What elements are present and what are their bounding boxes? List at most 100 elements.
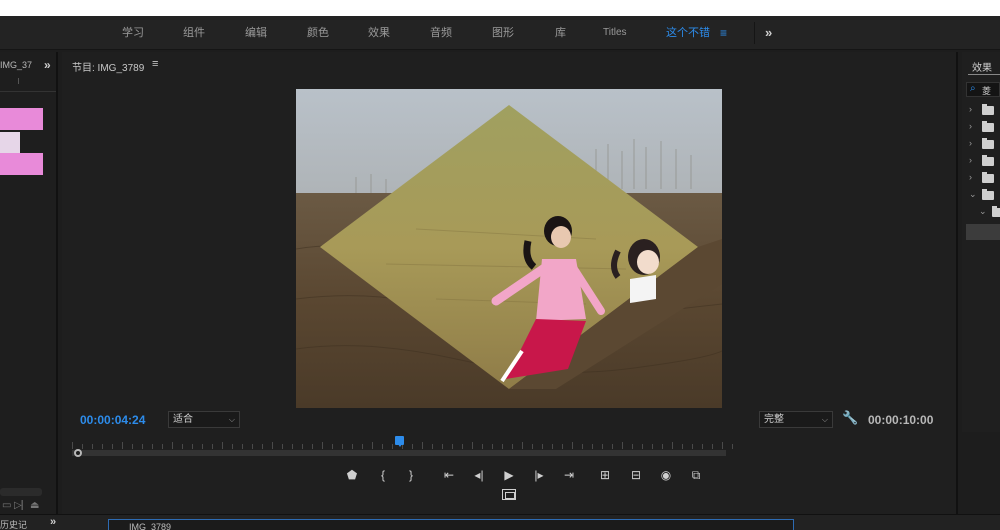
- ruler-tick: [702, 444, 703, 449]
- extract-button[interactable]: ⊟: [625, 464, 647, 486]
- ruler-tick: [352, 444, 353, 449]
- go-to-in-button[interactable]: ⇤: [438, 464, 460, 486]
- left-panel-overflow-icon[interactable]: »: [44, 58, 51, 72]
- bottom-overflow-icon[interactable]: »: [50, 516, 56, 528]
- folder-icon: [982, 155, 994, 166]
- workspace-tab-editing[interactable]: 编辑: [245, 16, 267, 50]
- current-timecode[interactable]: 00:00:04:24: [80, 413, 145, 427]
- effects-folder-row[interactable]: ›: [962, 119, 1000, 135]
- effects-panel: 效果 ⌕ 菱 › › › › › ⌄ ⌄: [962, 52, 1000, 432]
- ruler-tick: [382, 444, 383, 449]
- go-to-out-button[interactable]: ⇥: [558, 464, 580, 486]
- ruler-tick: [612, 444, 613, 449]
- ruler-tick: [252, 444, 253, 449]
- effects-folder-row[interactable]: ›: [962, 153, 1000, 169]
- folder-icon: [992, 206, 1000, 217]
- ruler-tick: [552, 444, 553, 449]
- ruler-tick: [272, 442, 273, 449]
- ruler-tick: [18, 78, 19, 84]
- step-back-icon: ◂|: [474, 468, 484, 482]
- folder-icon: [982, 172, 994, 183]
- chevron-right-icon: ›: [969, 104, 972, 114]
- zoom-level-select[interactable]: 适合 ⌵: [168, 411, 240, 428]
- ruler-tick: [162, 444, 163, 449]
- comparison-view-button[interactable]: ⧉: [685, 464, 707, 486]
- ruler-tick: [532, 444, 533, 449]
- workspace-tab-custom[interactable]: 这个不错: [666, 16, 710, 50]
- ruler-tick: [322, 442, 323, 449]
- workspace-tab-titles[interactable]: Titles: [603, 16, 627, 50]
- workspace-menu-icon[interactable]: ≡: [720, 16, 727, 50]
- workspace-overflow-icon[interactable]: »: [765, 16, 772, 50]
- effects-folder-row[interactable]: ›: [962, 136, 1000, 152]
- effects-folder-row-expanded[interactable]: ⌄: [962, 187, 1000, 203]
- effects-search-value: 菱: [982, 86, 992, 96]
- effects-folder-row[interactable]: ›: [962, 170, 1000, 186]
- sequence-tab-label: IMG_3789: [129, 522, 172, 530]
- step-back-button[interactable]: ◂|: [468, 464, 490, 486]
- timeline-sequence-tab[interactable]: IMG_3789: [108, 519, 794, 530]
- effects-tab[interactable]: 效果: [972, 59, 992, 74]
- ruler-tick: [662, 444, 663, 449]
- chevron-right-icon: ›: [969, 138, 972, 148]
- preset-folder-icon: [982, 121, 994, 132]
- zoom-scrollbar[interactable]: [72, 450, 726, 456]
- ruler-tick: [682, 444, 683, 449]
- ruler-tick: [572, 442, 573, 449]
- play-button[interactable]: ▶: [498, 464, 520, 486]
- workspace-tab-assembly[interactable]: 组件: [183, 16, 205, 50]
- workspace-tab-effects[interactable]: 效果: [368, 16, 390, 50]
- workspace-tab-graphics[interactable]: 图形: [492, 16, 514, 50]
- timeline-clip[interactable]: [0, 153, 43, 175]
- timeline-clip[interactable]: [0, 108, 43, 130]
- program-monitor-header: 节目: IMG_3789 ≡: [62, 52, 956, 78]
- effects-item-selected[interactable]: [966, 224, 1000, 240]
- ruler-tick: [82, 444, 83, 449]
- workspace-divider: [754, 22, 755, 44]
- program-monitor-menu-icon[interactable]: ≡: [152, 58, 158, 70]
- ruler-tick: [372, 442, 373, 449]
- left-panel-title[interactable]: IMG_37: [0, 60, 32, 70]
- timeline-clip-selected[interactable]: [0, 132, 20, 154]
- workspace-tab-color[interactable]: 颜色: [307, 16, 329, 50]
- left-panel: IMG_37 » ▭ ▷⎸ ⏏: [0, 52, 58, 514]
- mark-in-button[interactable]: {: [372, 464, 394, 486]
- settings-wrench-icon[interactable]: 🔧: [842, 410, 858, 426]
- step-forward-button[interactable]: |▸: [528, 464, 550, 486]
- lift-button[interactable]: ⊞: [594, 464, 616, 486]
- workspace-tab-libraries[interactable]: 库: [555, 16, 566, 50]
- ruler-tick: [232, 444, 233, 449]
- compare-icon: ⧉: [691, 468, 701, 482]
- extract-icon: ⊟: [630, 468, 642, 482]
- workspace-tab-audio[interactable]: 音频: [430, 16, 452, 50]
- program-monitor-title[interactable]: 节目: IMG_3789: [72, 59, 144, 74]
- safe-margins-button[interactable]: [502, 489, 516, 500]
- ruler-tick: [412, 444, 413, 449]
- insert-icon[interactable]: ▭: [2, 500, 11, 511]
- effects-subfolder-row[interactable]: ⌄: [972, 204, 1000, 220]
- history-tab[interactable]: 历史记: [0, 518, 27, 530]
- export-frame-button[interactable]: ◉: [655, 464, 677, 486]
- program-video-frame[interactable]: [296, 89, 722, 408]
- effects-search-input[interactable]: ⌕ 菱: [966, 82, 1000, 97]
- zoom-scrollbar-handle[interactable]: [74, 449, 82, 457]
- add-marker-button[interactable]: ⬟: [341, 464, 363, 486]
- ruler-tick: [562, 444, 563, 449]
- ruler-tick: [142, 444, 143, 449]
- ruler-tick: [362, 444, 363, 449]
- left-panel-scrollbar[interactable]: [0, 488, 42, 496]
- workspace-tab-learn[interactable]: 学习: [122, 16, 144, 50]
- playhead-handle[interactable]: [395, 436, 404, 447]
- playback-resolution-select[interactable]: 完整 ⌵: [759, 411, 833, 428]
- go-to-out-icon: ⇥: [563, 468, 575, 482]
- export-icon[interactable]: ⏏: [30, 500, 39, 511]
- ruler-tick: [112, 444, 113, 449]
- effects-tab-indicator: [968, 74, 1000, 75]
- ruler-tick: [642, 444, 643, 449]
- duration-timecode: 00:00:10:00: [868, 413, 934, 427]
- camera-icon: ◉: [660, 468, 672, 482]
- mark-out-button[interactable]: }: [400, 464, 422, 486]
- ruler-tick: [672, 442, 673, 449]
- ruler-tick: [282, 444, 283, 449]
- effects-folder-row[interactable]: ›: [962, 102, 1000, 118]
